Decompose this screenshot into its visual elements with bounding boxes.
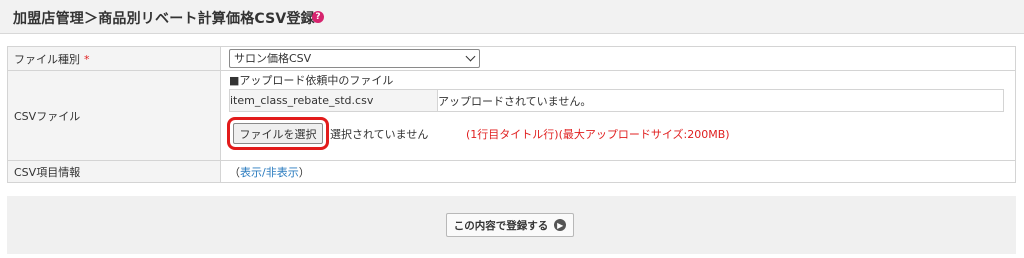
file-chooser-row: ファイルを選択 選択されていません (1行目タイトル行)(最大アップロードサイズ… [227, 112, 1015, 155]
pending-file-name: item_class_rebate_std.csv [229, 89, 438, 112]
page-title: 加盟店管理＞商品別リベート計算価格CSV登録 [13, 11, 315, 27]
csv-item-info-label: CSV項目情報 [14, 165, 81, 179]
toggle-visibility-link[interactable]: 表示/非表示 [240, 166, 299, 179]
file-type-select[interactable]: サロン価格CSV [229, 49, 480, 68]
submit-button[interactable]: この内容で登録する ▶ [446, 213, 574, 237]
choose-file-button[interactable]: ファイルを選択 [227, 117, 329, 150]
csv-file-label-cell: CSVファイル [7, 70, 221, 161]
csv-item-info-row: CSV項目情報 （表示/非表示） [7, 160, 1016, 183]
file-type-row: ファイル種別 * サロン価格CSV [7, 46, 1016, 71]
pending-files-table: item_class_rebate_std.csv アップロードされていません。 [229, 89, 1004, 112]
required-mark: * [84, 52, 90, 66]
chevron-down-icon [465, 51, 476, 62]
file-type-label-cell: ファイル種別 * [7, 46, 221, 71]
csv-item-info-label-cell: CSV項目情報 [7, 160, 221, 183]
file-type-selected-value: サロン価格CSV [234, 52, 312, 65]
close-paren: ） [298, 165, 310, 179]
file-type-label: ファイル種別 [14, 52, 80, 66]
csv-file-row: CSVファイル ■アップロード依頼中のファイル item_class_rebat… [7, 70, 1016, 161]
pending-files-heading: ■アップロード依頼中のファイル [229, 74, 394, 87]
pending-file-row: item_class_rebate_std.csv アップロードされていません。 [229, 89, 1004, 112]
title-bar: 加盟店管理＞商品別リベート計算価格CSV登録 ? [0, 0, 1024, 34]
file-type-value-cell: サロン価格CSV [220, 46, 1016, 71]
arrow-right-circle-icon: ▶ [554, 219, 567, 231]
submit-button-label: この内容で登録する [453, 219, 549, 232]
no-file-selected-text: 選択されていません [330, 128, 429, 141]
footer-bar: この内容で登録する ▶ [7, 196, 1016, 254]
pending-file-status: アップロードされていません。 [437, 89, 1004, 112]
help-icon[interactable]: ? [312, 11, 324, 23]
csv-file-label: CSVファイル [14, 109, 81, 123]
csv-item-info-value-cell: （表示/非表示） [220, 160, 1016, 183]
form-table: ファイル種別 * サロン価格CSV CSVファイル ■アップロード依頼中のファイル… [7, 46, 1016, 183]
upload-size-note: (1行目タイトル行)(最大アップロードサイズ:200MB) [466, 128, 730, 141]
open-paren: （ [229, 165, 240, 179]
csv-file-value-cell: ■アップロード依頼中のファイル item_class_rebate_std.cs… [220, 70, 1016, 161]
